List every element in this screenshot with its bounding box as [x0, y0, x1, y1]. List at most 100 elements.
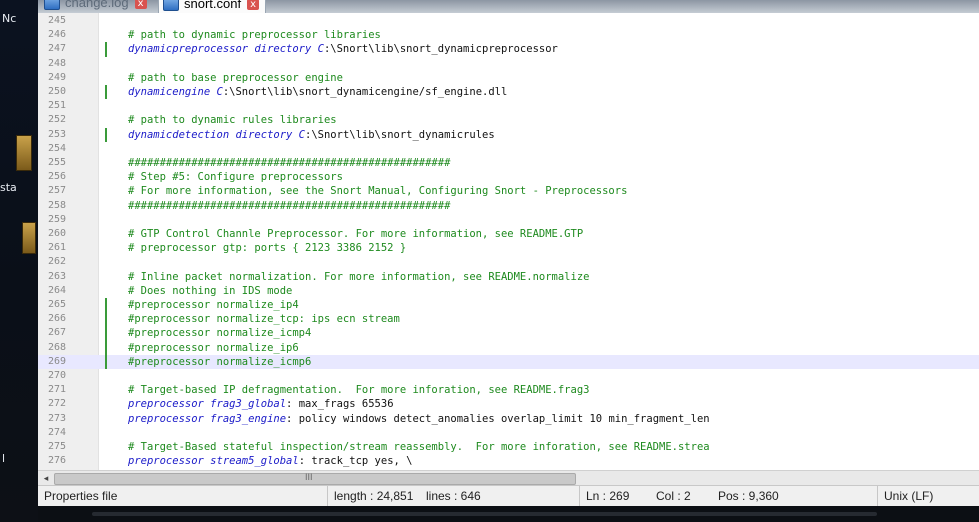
line-number: 272 — [48, 398, 67, 410]
code-line[interactable]: 259 — [38, 213, 979, 227]
comment-token: #preprocessor normalize_ip6 — [128, 341, 299, 354]
line-number: 256 — [48, 171, 67, 183]
keyword-token: dynamicengine C — [128, 86, 223, 98]
desktop-label-side: sta — [0, 181, 17, 194]
code-line[interactable]: 264 # Does nothing in IDS mode — [38, 284, 979, 298]
code-line[interactable]: 254 — [38, 142, 979, 156]
code-line[interactable]: 267 #preprocessor normalize_icmp4 — [38, 326, 979, 341]
line-text: # path to base preprocessor engine — [128, 71, 343, 85]
code-line[interactable]: 266 #preprocessor normalize_tcp: ips ecn … — [38, 312, 979, 327]
status-eol: Unix (LF) — [884, 489, 934, 503]
code-line[interactable]: 252 # path to dynamic rules libraries — [38, 113, 979, 127]
tab-label: snort.conf — [184, 0, 242, 11]
comment-token: #preprocessor normalize_icmp4 — [128, 327, 312, 340]
line-number: 248 — [48, 57, 67, 69]
comment-token: ########################################… — [128, 157, 451, 169]
code-line[interactable]: 247 dynamicpreprocessor directory C:\Snor… — [38, 42, 979, 57]
line-text: # path to dynamic rules libraries — [128, 113, 337, 127]
line-number: 273 — [48, 412, 67, 424]
code-line[interactable]: 257 # For more information, see the Snort… — [38, 184, 979, 198]
desktop-label-top: Nc — [2, 12, 17, 25]
horizontal-scrollbar[interactable]: ◂ III — [38, 470, 979, 485]
line-text: ########################################… — [128, 156, 450, 170]
code-line[interactable]: 262 — [38, 255, 979, 269]
line-number: 275 — [48, 441, 67, 452]
change-marker — [105, 340, 107, 355]
code-line[interactable]: 260 # GTP Control Channle Preprocessor. F… — [38, 227, 979, 241]
line-number: 253 — [48, 128, 67, 140]
text-token: :\Snort\lib\snort_dynamicengine/sf_engin… — [222, 86, 508, 98]
code-line[interactable]: 276 preprocessor stream5_global: track_tc… — [38, 454, 979, 468]
change-marker — [105, 298, 107, 313]
code-line[interactable]: 246 # path to dynamic preprocessor librar… — [38, 28, 979, 42]
comment-token: #preprocessor normalize_ip4 — [128, 299, 299, 311]
code-line[interactable]: 256 # Step #5: Configure preprocessors — [38, 170, 979, 184]
file-icon — [44, 0, 60, 10]
change-marker — [105, 85, 107, 100]
code-line[interactable]: 253 dynamicdetection directory C:\Snort\l… — [38, 127, 979, 142]
code-line[interactable]: 255 #####################################… — [38, 156, 979, 170]
comment-token: # Target-Based stateful inspection/strea… — [128, 441, 710, 453]
status-column: Col : 2 — [656, 489, 691, 503]
comment-token: # GTP Control Channle Preprocessor. For … — [128, 228, 584, 240]
code-line[interactable]: 273 preprocessor frag3_engine: policy win… — [38, 412, 979, 426]
tab-snort-conf[interactable]: snort.conf x — [158, 0, 267, 13]
code-line[interactable]: 261 # preprocessor gtp: ports { 2123 3386… — [38, 241, 979, 255]
line-text: # Target-Based stateful inspection/strea… — [128, 440, 710, 454]
code-line[interactable]: 258 #####################################… — [38, 199, 979, 213]
change-marker — [105, 42, 107, 57]
folder-icon[interactable] — [16, 135, 32, 171]
code-editor[interactable]: 245 246 # path to dynamic preprocessor lib… — [38, 13, 979, 470]
change-marker — [105, 326, 107, 341]
code-line[interactable]: 272 preprocessor frag3_global: max_frags … — [38, 397, 979, 411]
comment-token: #preprocessor normalize_icmp6 — [128, 355, 312, 368]
code-line[interactable]: 270 — [38, 369, 979, 383]
line-number: 267 — [48, 327, 67, 339]
line-text: # Does nothing in IDS mode — [128, 284, 292, 298]
code-line[interactable]: 275 # Target-Based stateful inspection/st… — [38, 440, 979, 454]
line-number: 249 — [48, 71, 67, 83]
code-line[interactable]: 245 — [38, 14, 979, 28]
line-text: # GTP Control Channle Preprocessor. For … — [128, 227, 583, 241]
code-line[interactable]: 268 #preprocessor normalize_ip6 — [38, 340, 979, 355]
folder-icon[interactable] — [22, 222, 36, 254]
code-line[interactable]: 269 #preprocessor normalize_icmp6 — [38, 354, 979, 369]
close-icon[interactable]: x — [247, 0, 260, 10]
line-number: 247 — [48, 43, 67, 55]
keyword-token: preprocessor frag3_engine — [128, 412, 287, 425]
code-line[interactable]: 248 — [38, 57, 979, 71]
code-line[interactable]: 265 #preprocessor normalize_ip4 — [38, 298, 979, 313]
line-number: 268 — [48, 341, 67, 353]
tab-bar: change.log x snort.conf x — [38, 0, 979, 13]
comment-token: # Inline packet normalization. For more … — [128, 270, 590, 283]
code-line[interactable]: 274 — [38, 426, 979, 440]
comment-token: # path to base preprocessor engine — [128, 71, 343, 84]
text-editor-window: change.log x snort.conf x 245 246 # path t… — [38, 0, 979, 506]
line-number: 259 — [48, 213, 67, 225]
comment-token: #preprocessor normalize_tcp: ips ecn str… — [128, 313, 400, 326]
scroll-left-arrow-icon[interactable]: ◂ — [40, 472, 52, 484]
line-number: 245 — [48, 15, 67, 26]
line-number: 257 — [48, 185, 67, 197]
comment-token: # preprocessor gtp: ports { 2123 3386 21… — [128, 242, 407, 255]
line-number: 269 — [48, 355, 67, 367]
code-line[interactable]: 263 # Inline packet normalization. For mo… — [38, 270, 979, 284]
line-text: #preprocessor normalize_icmp4 — [128, 326, 311, 340]
line-text: # preprocessor gtp: ports { 2123 3386 21… — [128, 241, 406, 255]
line-text: # For more information, see the Snort Ma… — [128, 184, 627, 198]
code-line[interactable]: 249 # path to base preprocessor engine — [38, 71, 979, 85]
code-line[interactable]: 271 # Target-based IP defragmentation. Fo… — [38, 383, 979, 397]
window-bottom-edge — [92, 512, 877, 516]
scrollbar-grip-icon: III — [305, 472, 313, 482]
line-text: preprocessor frag3_engine: policy window… — [128, 412, 710, 426]
code-line[interactable]: 250 dynamicengine C:\Snort\lib\snort_dyna… — [38, 85, 979, 100]
code-line[interactable]: 251 — [38, 99, 979, 113]
status-lines: lines : 646 — [420, 486, 580, 506]
tab-change-log[interactable]: change.log x — [40, 0, 153, 12]
scrollbar-thumb[interactable]: III — [54, 472, 576, 485]
line-number: 263 — [48, 270, 67, 282]
line-text: #preprocessor normalize_tcp: ips ecn str… — [128, 312, 400, 326]
close-icon[interactable]: x — [134, 0, 147, 9]
line-number: 276 — [48, 455, 67, 467]
line-text: #preprocessor normalize_icmp6 — [128, 355, 311, 369]
